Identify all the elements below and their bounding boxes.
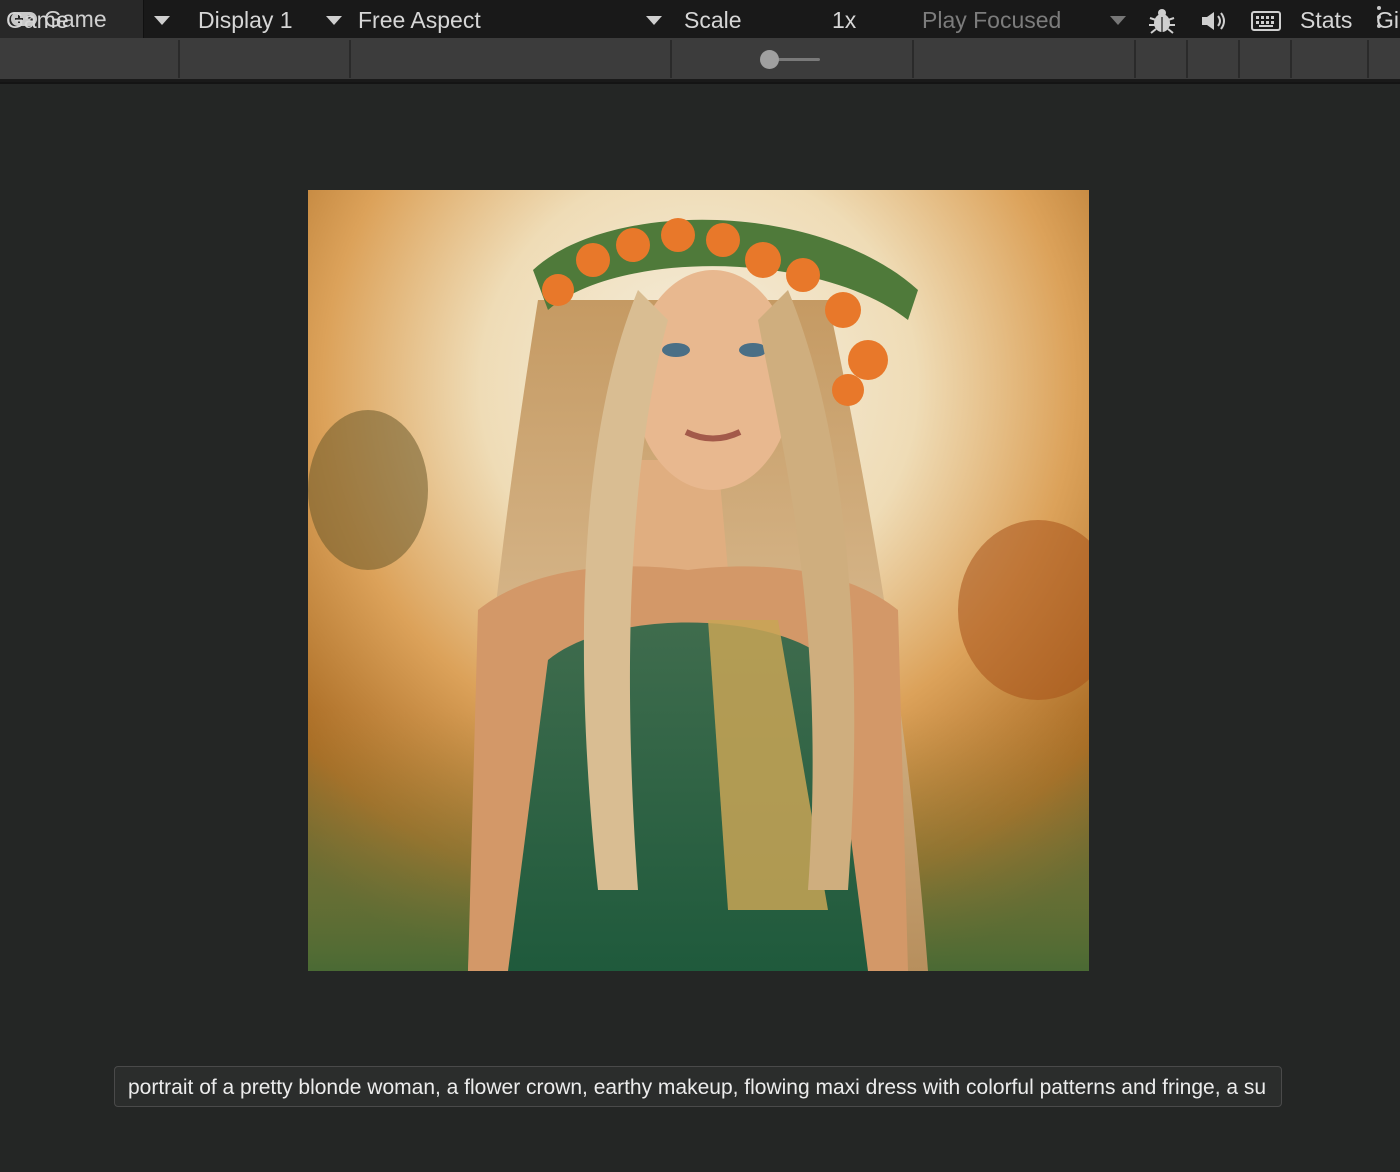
generated-portrait-image [308, 190, 1089, 971]
speaker-icon [1202, 11, 1225, 30]
separator [178, 40, 180, 78]
separator [349, 40, 351, 78]
separator [670, 40, 672, 78]
chevron-down-icon [154, 16, 170, 25]
bug-icon [1149, 8, 1175, 34]
aspect-label: Free Aspect [358, 7, 481, 33]
separator [1367, 40, 1369, 78]
play-mode-dropdown[interactable]: Play Focused [922, 0, 1132, 41]
chevron-down-icon [1110, 16, 1126, 25]
prompt-text-field[interactable]: portrait of a pretty blonde woman, a flo… [114, 1066, 1282, 1107]
mute-audio-toggle[interactable] [1192, 0, 1236, 41]
game-toolbar [0, 38, 1400, 80]
separator [1290, 40, 1292, 78]
chevron-down-icon [326, 16, 342, 25]
gizmos-button[interactable]: Gi [1376, 0, 1400, 41]
scale-value: 1x [832, 7, 857, 33]
chevron-down-icon [646, 16, 662, 25]
play-mode-label: Play Focused [922, 7, 1062, 33]
view-mode-dropdown[interactable]: Game [6, 0, 176, 41]
view-mode-label: Game [6, 7, 69, 33]
separator [1134, 40, 1136, 78]
debug-toggle[interactable] [1140, 0, 1184, 41]
scale-slider-knob[interactable] [760, 50, 779, 69]
separator [1238, 40, 1240, 78]
keyboard-shortcuts-toggle[interactable] [1244, 0, 1288, 41]
prompt-text: portrait of a pretty blonde woman, a flo… [128, 1076, 1267, 1099]
separator [912, 40, 914, 78]
keyboard-icon [1251, 10, 1281, 31]
display-dropdown[interactable]: Display 1 [198, 0, 348, 41]
aspect-dropdown[interactable]: Free Aspect [358, 0, 666, 41]
portrait-illustration [308, 190, 1089, 971]
scale-label: Scale [684, 7, 742, 33]
display-label: Display 1 [198, 7, 293, 33]
stats-button[interactable]: Stats [1300, 0, 1364, 41]
separator [1186, 40, 1188, 78]
